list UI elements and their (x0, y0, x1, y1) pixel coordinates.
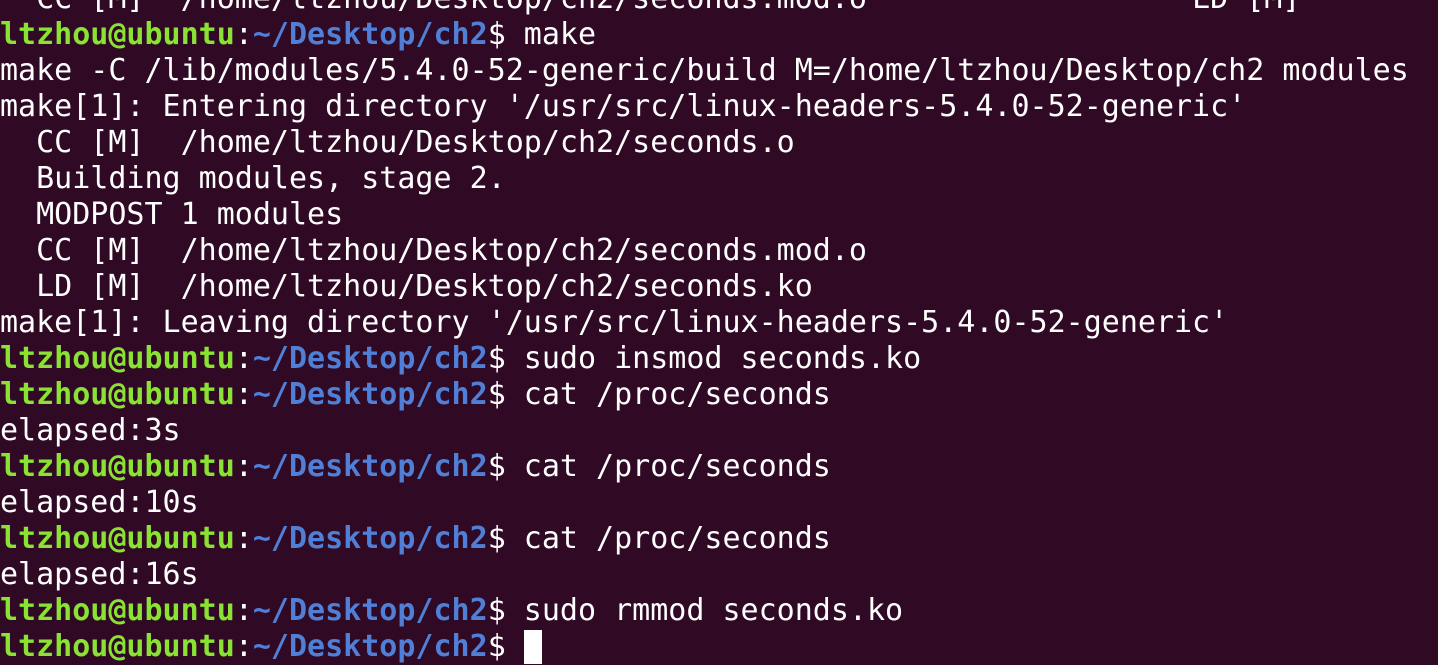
prompt-path: ~/Desktop/ch2 (252, 341, 488, 376)
prompt-symbol: $ (487, 629, 506, 664)
prompt-separator: : (234, 449, 253, 484)
output-text: MODPOST 1 modules (0, 197, 344, 232)
command-line: ltzhou@ubuntu:~/Desktop/ch2$ (0, 629, 1438, 665)
command-line: ltzhou@ubuntu:~/Desktop/ch2$ sudo insmod… (0, 341, 1438, 377)
output-text: Building modules, stage 2. (0, 161, 506, 196)
output-text: CC [M] /home/ltzhou/Desktop/ch2/seconds.… (0, 233, 867, 268)
output-text: make -C /lib/modules/5.4.0-52-generic/bu… (0, 53, 1409, 88)
prompt-separator: : (234, 17, 253, 52)
output-text: elapsed:10s (0, 485, 199, 520)
output-text: LD [M] /home/ltzhou/Desktop/ch2/seconds.… (0, 269, 813, 304)
command-line: ltzhou@ubuntu:~/Desktop/ch2$ cat /proc/s… (0, 377, 1438, 413)
command-text: make (505, 17, 597, 52)
prompt-user: ltzhou@ubuntu (0, 17, 235, 52)
prompt-separator: : (234, 377, 253, 412)
output-text: make[1]: Entering directory '/usr/src/li… (0, 89, 1247, 124)
output-line: CC [M] /home/ltzhou/Desktop/ch2/seconds.… (0, 0, 1438, 17)
output-text: CC [M] /home/ltzhou/Desktop/ch2/seconds.… (0, 0, 1300, 16)
output-line: CC [M] /home/ltzhou/Desktop/ch2/seconds.… (0, 233, 1438, 269)
command-text: sudo insmod seconds.ko (505, 341, 922, 376)
prompt-symbol: $ (487, 17, 506, 52)
output-text: elapsed:3s (0, 413, 181, 448)
prompt-user: ltzhou@ubuntu (0, 521, 235, 556)
prompt-separator: : (234, 341, 253, 376)
prompt-path: ~/Desktop/ch2 (252, 521, 488, 556)
output-line: make[1]: Entering directory '/usr/src/li… (0, 89, 1438, 125)
prompt-separator: : (234, 521, 253, 556)
output-line: Building modules, stage 2. (0, 161, 1438, 197)
output-line: elapsed:16s (0, 557, 1438, 593)
command-text (506, 629, 524, 664)
output-line: MODPOST 1 modules (0, 197, 1438, 233)
prompt-symbol: $ (487, 593, 506, 628)
command-text: cat /proc/seconds (505, 449, 831, 484)
output-text: CC [M] /home/ltzhou/Desktop/ch2/seconds.… (0, 125, 795, 160)
command-text: cat /proc/seconds (505, 377, 831, 412)
prompt-separator: : (234, 593, 253, 628)
prompt-symbol: $ (487, 341, 506, 376)
prompt-path: ~/Desktop/ch2 (252, 377, 488, 412)
prompt-path: ~/Desktop/ch2 (252, 17, 488, 52)
output-line: elapsed:3s (0, 413, 1438, 449)
command-line: ltzhou@ubuntu:~/Desktop/ch2$ make (0, 17, 1438, 53)
output-line: make -C /lib/modules/5.4.0-52-generic/bu… (0, 53, 1438, 89)
command-text: cat /proc/seconds (505, 521, 831, 556)
prompt-symbol: $ (487, 377, 506, 412)
output-text: elapsed:16s (0, 557, 199, 592)
command-text: sudo rmmod seconds.ko (505, 593, 904, 628)
output-line: LD [M] /home/ltzhou/Desktop/ch2/seconds.… (0, 269, 1438, 305)
text-cursor[interactable] (523, 630, 542, 664)
prompt-user: ltzhou@ubuntu (0, 629, 235, 664)
prompt-path: ~/Desktop/ch2 (252, 593, 488, 628)
output-line: make[1]: Leaving directory '/usr/src/lin… (0, 305, 1438, 341)
prompt-symbol: $ (487, 449, 506, 484)
prompt-user: ltzhou@ubuntu (0, 341, 235, 376)
prompt-user: ltzhou@ubuntu (0, 449, 235, 484)
output-line: elapsed:10s (0, 485, 1438, 521)
prompt-path: ~/Desktop/ch2 (252, 449, 488, 484)
output-text: make[1]: Leaving directory '/usr/src/lin… (0, 305, 1229, 340)
prompt-path: ~/Desktop/ch2 (252, 629, 488, 664)
prompt-user: ltzhou@ubuntu (0, 377, 235, 412)
prompt-user: ltzhou@ubuntu (0, 593, 235, 628)
command-line: ltzhou@ubuntu:~/Desktop/ch2$ sudo rmmod … (0, 593, 1438, 629)
terminal-output[interactable]: CC [M] /home/ltzhou/Desktop/ch2/seconds.… (0, 0, 1438, 665)
prompt-separator: : (234, 629, 253, 664)
output-line: CC [M] /home/ltzhou/Desktop/ch2/seconds.… (0, 125, 1438, 161)
prompt-symbol: $ (487, 521, 506, 556)
command-line: ltzhou@ubuntu:~/Desktop/ch2$ cat /proc/s… (0, 449, 1438, 485)
command-line: ltzhou@ubuntu:~/Desktop/ch2$ cat /proc/s… (0, 521, 1438, 557)
